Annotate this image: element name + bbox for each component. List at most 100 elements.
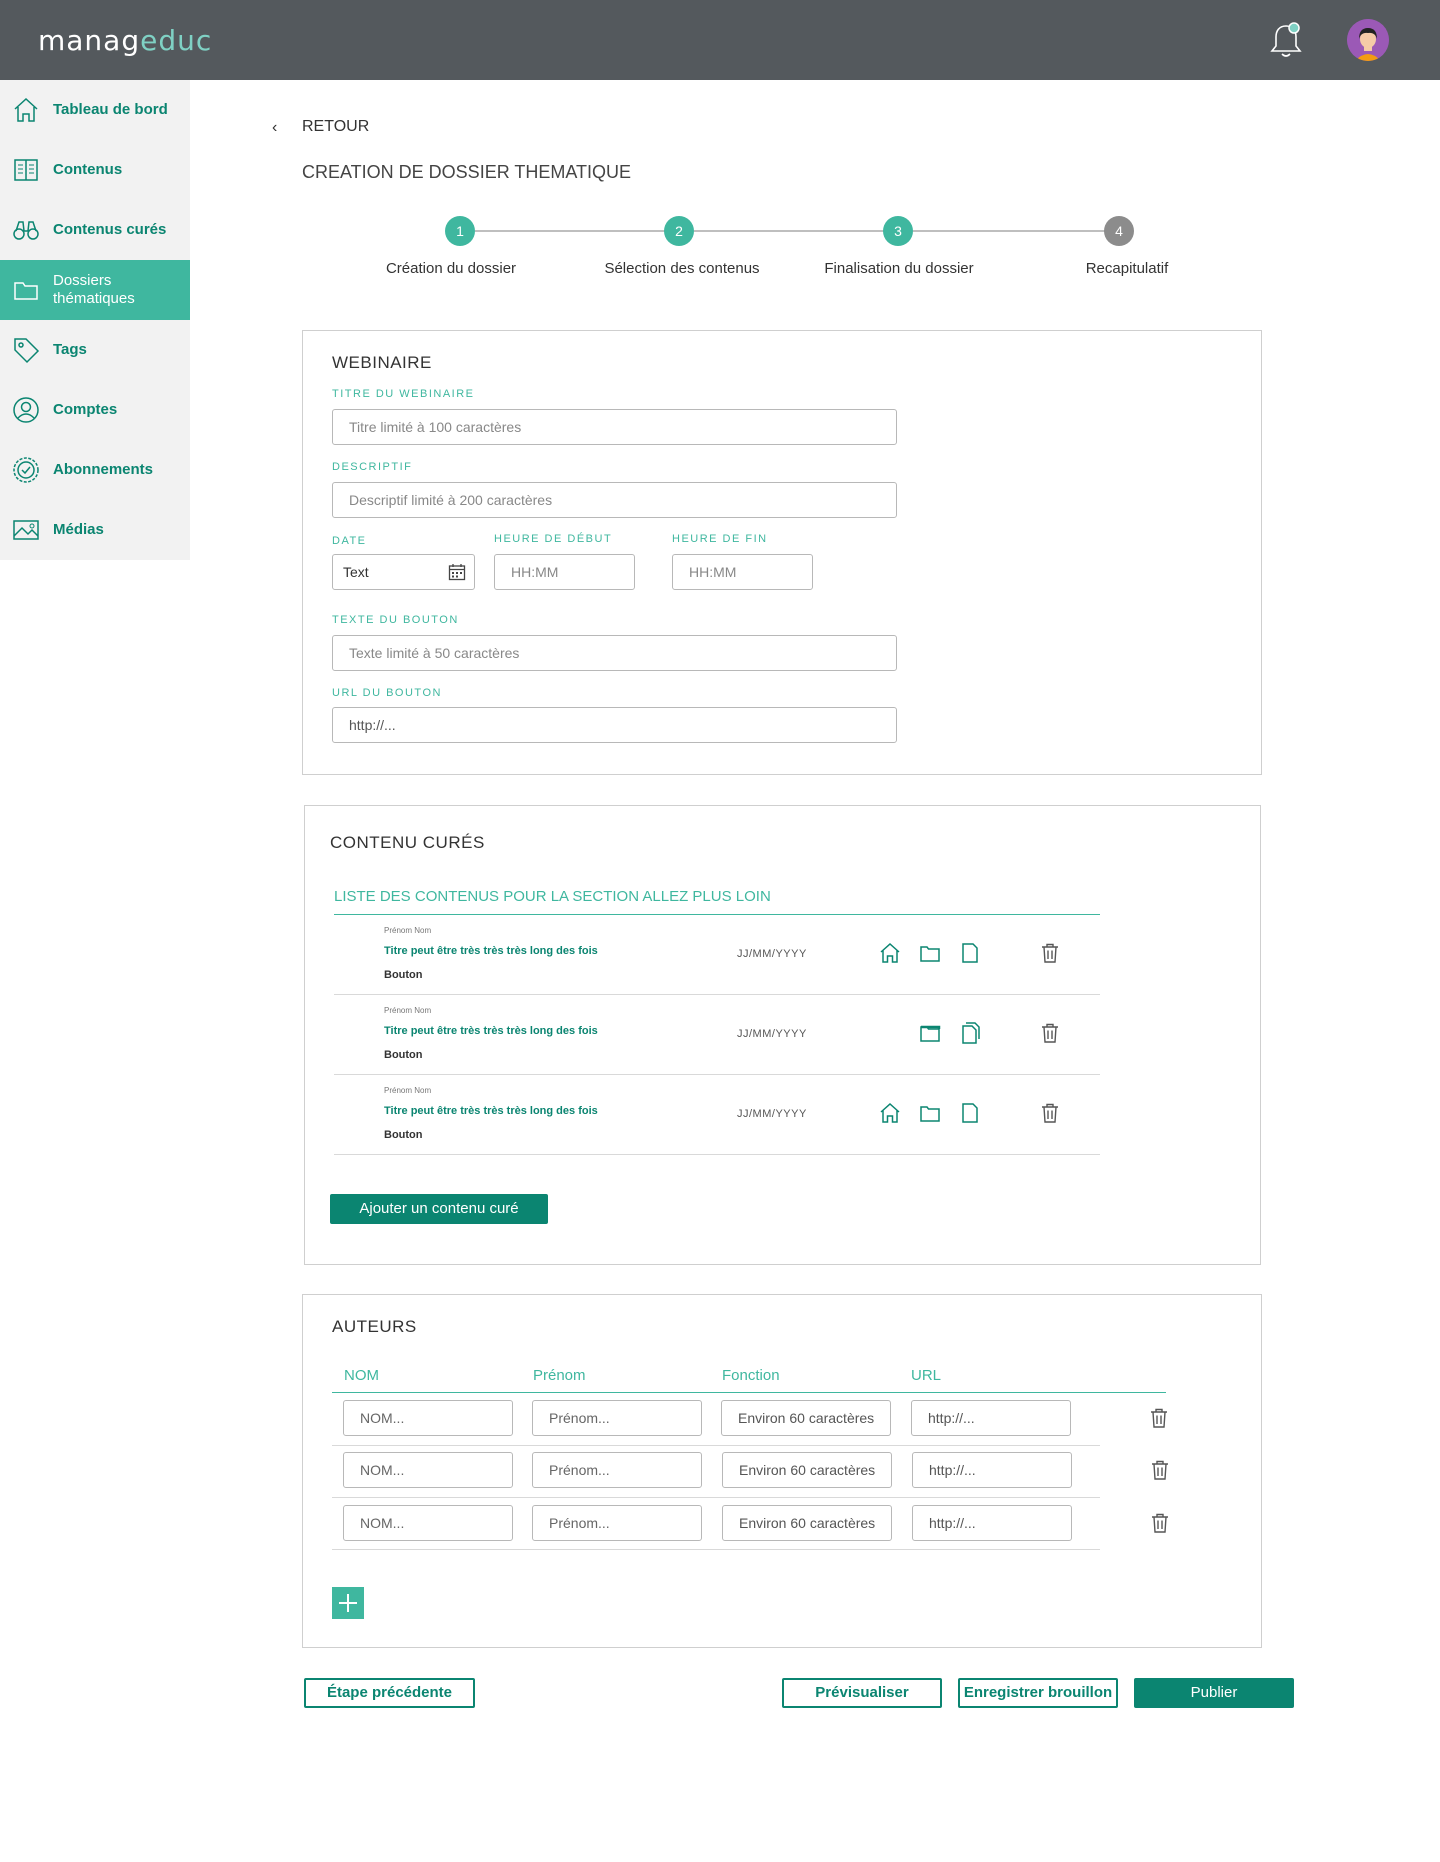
previous-step-button[interactable]: Étape précédente (304, 1678, 475, 1708)
author-fonction-input[interactable]: Environ 60 caractères (721, 1400, 891, 1436)
list-header-rule (334, 914, 1100, 915)
sidebar-item-abonnements[interactable]: Abonnements (0, 440, 190, 500)
contenus-list-header: LISTE DES CONTENUS POUR LA SECTION ALLEZ… (334, 888, 771, 905)
row-divider (332, 1549, 1100, 1550)
col-header-nom: NOM (344, 1367, 379, 1384)
row-date: JJ/MM/YYYY (737, 948, 807, 960)
user-avatar[interactable] (1347, 19, 1389, 61)
row-button-label: Bouton (384, 1049, 423, 1061)
author-fonction-input[interactable]: Environ 60 caractères (722, 1452, 892, 1488)
author-url-input[interactable]: http://... (912, 1452, 1072, 1488)
author-nom-input[interactable]: NOM... (343, 1505, 513, 1541)
publish-button[interactable]: Publier (1134, 1678, 1294, 1708)
row-divider (334, 1074, 1100, 1075)
row-title[interactable]: Titre peut être très très très long des … (384, 1105, 598, 1117)
sidebar-item-tableau-de-bord[interactable]: Tableau de bord (0, 80, 190, 140)
row-title[interactable]: Titre peut être très très très long des … (384, 945, 598, 957)
trash-icon[interactable] (1038, 941, 1062, 965)
trash-icon[interactable] (1038, 1101, 1062, 1125)
heure-debut-label: HEURE DE DÉBUT (494, 533, 613, 545)
sidebar-item-tags[interactable]: Tags (0, 320, 190, 380)
folder-filled-icon[interactable] (918, 1021, 942, 1045)
logo-text-1: manag (38, 24, 141, 57)
auteurs-title: AUTEURS (332, 1317, 417, 1336)
row-date: JJ/MM/YYYY (737, 1108, 807, 1120)
user-icon (13, 397, 39, 423)
descriptif-label: DESCRIPTIF (332, 461, 413, 473)
preview-button[interactable]: Prévisualiser (782, 1678, 942, 1708)
documents-icon[interactable] (958, 1021, 982, 1045)
avatar-icon (1347, 19, 1389, 61)
logo-text-2: educ (140, 24, 213, 57)
chevron-left-icon: ‹ (272, 119, 278, 136)
texte-bouton-input[interactable]: Texte limité à 50 caractères (332, 635, 897, 671)
author-prenom-input[interactable]: Prénom... (532, 1505, 702, 1541)
row-button-label: Bouton (384, 969, 423, 981)
author-fonction-input[interactable]: Environ 60 caractères (722, 1505, 892, 1541)
step-3-circle[interactable]: 3 (883, 216, 913, 246)
binoculars-icon (13, 221, 39, 240)
sidebar: Tableau de bord Contenus Contenus curés … (0, 80, 190, 560)
trash-icon[interactable] (1147, 1406, 1171, 1430)
row-author: Prénom Nom (384, 926, 432, 935)
trash-icon[interactable] (1148, 1511, 1172, 1535)
sidebar-item-label: Tableau de bord (53, 101, 168, 118)
add-curated-content-button[interactable]: Ajouter un contenu curé (330, 1194, 548, 1224)
date-label: DATE (332, 535, 367, 547)
author-url-input[interactable]: http://... (912, 1505, 1072, 1541)
webinaire-title: WEBINAIRE (332, 353, 432, 372)
add-author-button[interactable] (332, 1587, 364, 1619)
sidebar-item-contenus[interactable]: Contenus (0, 140, 190, 200)
home-icon (14, 97, 38, 122)
author-prenom-input[interactable]: Prénom... (532, 1452, 702, 1488)
sidebar-item-label: Comptes (53, 401, 118, 418)
col-header-prenom: Prénom (533, 1367, 586, 1384)
top-bar: manageduc (0, 0, 1440, 80)
home-icon[interactable] (878, 941, 902, 965)
badge-icon (13, 457, 39, 483)
author-prenom-input[interactable]: Prénom... (532, 1400, 702, 1436)
stepper-line (475, 230, 680, 232)
row-title[interactable]: Titre peut être très très très long des … (384, 1025, 598, 1037)
webinaire-card: WEBINAIRE TITRE DU WEBINAIRE Titre limit… (302, 330, 1262, 775)
step-1-circle[interactable]: 1 (445, 216, 475, 246)
sidebar-item-label: Abonnements (53, 461, 154, 478)
url-bouton-input[interactable]: http://... (332, 707, 897, 743)
sidebar-item-label: Contenus (53, 161, 123, 178)
col-header-url: URL (911, 1367, 942, 1384)
logo[interactable]: manageduc (38, 24, 212, 57)
save-draft-button[interactable]: Enregistrer brouillon (958, 1678, 1118, 1708)
titre-input[interactable]: Titre limité à 100 caractères (332, 409, 897, 445)
folder-icon[interactable] (918, 941, 942, 965)
author-nom-input[interactable]: NOM... (343, 1452, 513, 1488)
home-icon[interactable] (878, 1101, 902, 1125)
document-icon[interactable] (958, 941, 982, 965)
notification-bell-icon[interactable] (1268, 20, 1304, 60)
heure-fin-input[interactable]: HH:MM (672, 554, 813, 590)
row-divider (332, 1445, 1100, 1446)
trash-icon[interactable] (1148, 1458, 1172, 1482)
step-1-label: Création du dossier (385, 260, 517, 277)
calendar-icon[interactable] (448, 563, 466, 581)
document-icon[interactable] (958, 1101, 982, 1125)
plus-icon (339, 1594, 357, 1612)
step-4-circle[interactable]: 4 (1104, 216, 1134, 246)
date-input[interactable]: Text (332, 554, 475, 590)
sidebar-item-label: Tags (53, 341, 87, 358)
author-url-input[interactable]: http://... (911, 1400, 1071, 1436)
sidebar-item-medias[interactable]: Médias (0, 500, 190, 560)
folder-icon[interactable] (918, 1101, 942, 1125)
col-header-fonction: Fonction (722, 1367, 780, 1384)
heure-debut-input[interactable]: HH:MM (494, 554, 635, 590)
sidebar-item-contenus-cures[interactable]: Contenus curés (0, 200, 190, 260)
trash-icon[interactable] (1038, 1021, 1062, 1045)
heure-fin-label: HEURE DE FIN (672, 533, 768, 545)
step-2-circle[interactable]: 2 (664, 216, 694, 246)
sidebar-item-comptes[interactable]: Comptes (0, 380, 190, 440)
stepper-line (694, 230, 899, 232)
author-nom-input[interactable]: NOM... (343, 1400, 513, 1436)
descriptif-input[interactable]: Descriptif limité à 200 caractères (332, 482, 897, 518)
texte-bouton-label: TEXTE DU BOUTON (332, 614, 459, 626)
sidebar-item-label: Médias (53, 521, 104, 538)
sidebar-item-dossiers-thematiques[interactable]: Dossiers thématiques (0, 260, 190, 320)
